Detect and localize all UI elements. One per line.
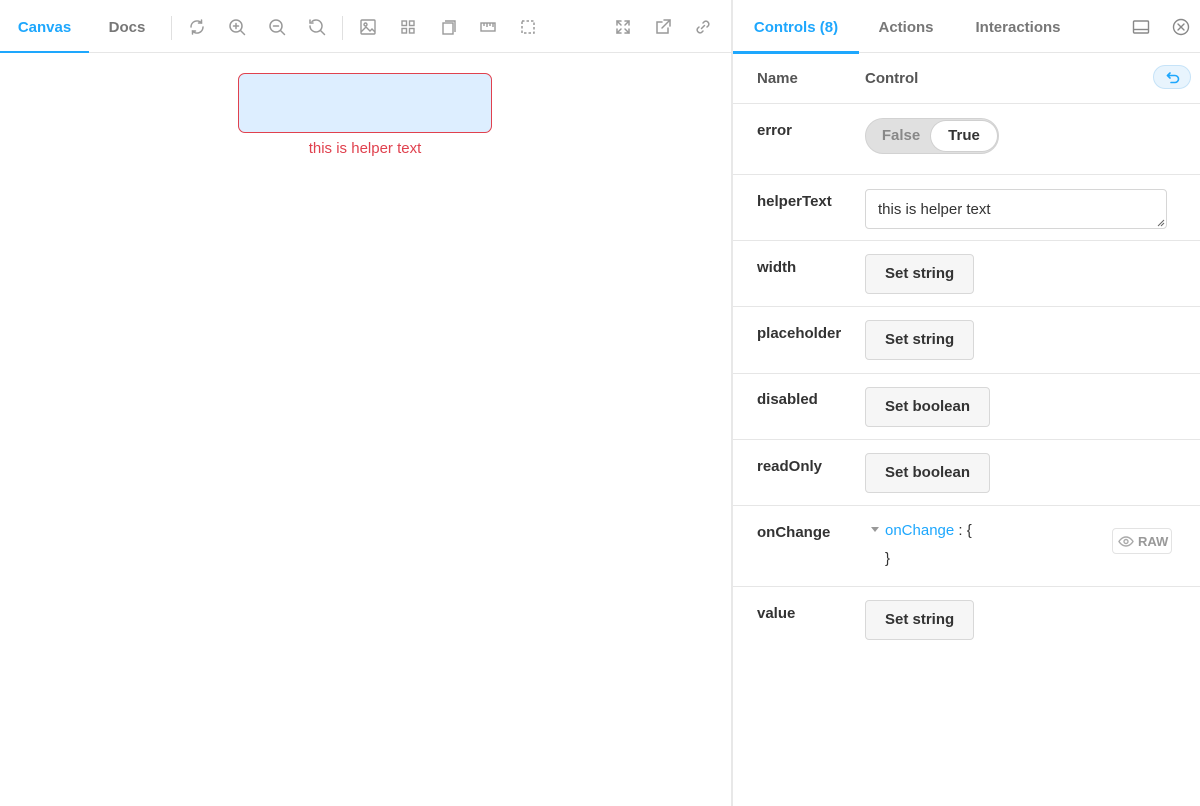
- raw-label: RAW: [1138, 534, 1169, 549]
- open-new-tab-icon[interactable]: [653, 17, 673, 37]
- helper-text: this is helper text: [308, 140, 422, 157]
- object-key[interactable]: onChange: [885, 522, 954, 539]
- grid-icon[interactable]: [398, 17, 418, 37]
- background-icon[interactable]: [358, 17, 378, 37]
- control-name: value: [757, 605, 796, 622]
- boolean-toggle[interactable]: False True: [865, 118, 999, 154]
- controls-table-header: Name Control: [733, 53, 1200, 104]
- control-row-width: width Set string: [733, 241, 1200, 307]
- control-name: onChange: [757, 524, 831, 541]
- control-name: helperText: [757, 193, 832, 210]
- raw-toggle-button[interactable]: RAW: [1112, 528, 1172, 554]
- copy-link-icon[interactable]: [693, 17, 713, 37]
- reset-controls-button[interactable]: [1153, 65, 1191, 89]
- preview-pane: Canvas Docs this is helper text: [0, 0, 731, 806]
- helpertext-textarea[interactable]: this is helper text: [865, 189, 1167, 229]
- outline-icon[interactable]: [518, 17, 538, 37]
- refresh-icon[interactable]: [187, 17, 207, 37]
- control-row-placeholder: placeholder Set string: [733, 307, 1200, 374]
- tab-controls[interactable]: Controls (8): [733, 0, 859, 54]
- object-tree: onChange : {: [871, 522, 972, 539]
- set-string-button[interactable]: Set string: [865, 320, 975, 360]
- toolbar-divider: [171, 16, 172, 40]
- control-row-readonly: readOnly Set boolean: [733, 440, 1200, 506]
- fullscreen-icon[interactable]: [613, 17, 633, 37]
- zoom-in-icon[interactable]: [227, 17, 247, 37]
- object-open-brace: : {: [958, 522, 972, 539]
- control-row-disabled: disabled Set boolean: [733, 374, 1200, 440]
- viewport-icon[interactable]: [438, 17, 458, 37]
- textarea-value: this is helper text: [878, 201, 991, 218]
- toggle-false-option[interactable]: False: [869, 121, 933, 151]
- column-header-control: Control: [865, 70, 919, 87]
- eye-icon: [1118, 536, 1134, 547]
- resize-grip-icon[interactable]: [1155, 217, 1165, 227]
- set-string-button[interactable]: Set string: [865, 254, 975, 294]
- tab-docs[interactable]: Docs: [89, 0, 165, 53]
- panel-position-icon[interactable]: [1131, 17, 1151, 37]
- control-row-onchange: onChange onChange : { } RAW: [733, 506, 1200, 587]
- set-string-button[interactable]: Set string: [865, 600, 975, 640]
- undo-icon: [1166, 72, 1180, 84]
- close-panel-icon[interactable]: [1171, 17, 1191, 37]
- set-boolean-button[interactable]: Set boolean: [865, 453, 991, 493]
- zoom-out-icon[interactable]: [267, 17, 287, 37]
- collapse-caret-icon[interactable]: [871, 526, 879, 532]
- control-name: error: [757, 122, 793, 139]
- control-name: disabled: [757, 391, 818, 408]
- control-row-value: value Set string: [733, 587, 1200, 653]
- addons-tabbar: Controls (8) Actions Interactions: [733, 0, 1200, 54]
- object-close-brace: }: [885, 550, 891, 567]
- tab-canvas[interactable]: Canvas: [0, 0, 89, 54]
- toolbar-divider: [342, 16, 343, 40]
- toggle-true-option[interactable]: True: [931, 121, 997, 151]
- preview-toolbar: Canvas Docs: [0, 0, 731, 54]
- measure-icon[interactable]: [478, 17, 498, 37]
- column-header-name: Name: [757, 70, 798, 87]
- set-boolean-button[interactable]: Set boolean: [865, 387, 991, 427]
- control-name: readOnly: [757, 458, 823, 475]
- tab-actions[interactable]: Actions: [866, 0, 946, 53]
- story-canvas: this is helper text: [0, 53, 731, 806]
- control-name: placeholder: [757, 325, 842, 342]
- addons-panel: Controls (8) Actions Interactions Name C…: [733, 0, 1200, 806]
- demo-text-input[interactable]: [238, 73, 492, 133]
- control-row-helpertext: helperText this is helper text: [733, 175, 1200, 241]
- zoom-reset-icon[interactable]: [307, 17, 327, 37]
- control-row-error: error False True: [733, 104, 1200, 175]
- tab-interactions[interactable]: Interactions: [963, 0, 1073, 53]
- control-name: width: [757, 259, 797, 276]
